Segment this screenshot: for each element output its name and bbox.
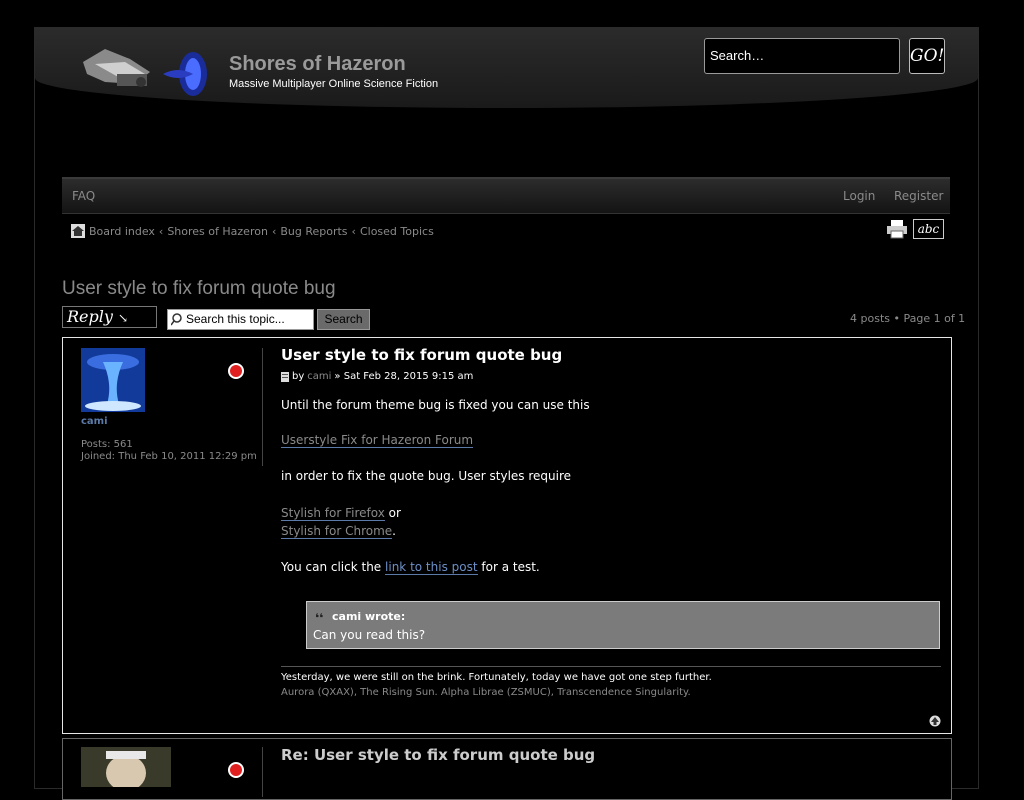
- post-count: Posts: 561: [81, 439, 133, 450]
- topic-search-input[interactable]: Search this topic...: [167, 309, 314, 330]
- offline-status-icon: [228, 762, 244, 778]
- reply-button[interactable]: Reply ↘: [62, 306, 157, 328]
- avatar[interactable]: [81, 747, 171, 787]
- userstyle-fix-link[interactable]: Userstyle Fix for Hazeron Forum: [281, 433, 474, 448]
- post-text-line1: Until the forum theme bug is fixed you c…: [281, 398, 590, 412]
- post-meta-author[interactable]: cami: [307, 371, 331, 382]
- post: cami Posts: 561 Joined: Thu Feb 10, 2011…: [62, 337, 952, 734]
- profile-divider: [262, 747, 263, 797]
- breadcrumb-separator: ‹: [158, 224, 164, 238]
- quote-icon: ❛❛: [315, 611, 324, 625]
- post-icon[interactable]: [281, 371, 289, 382]
- click-prefix: You can click the: [281, 560, 382, 574]
- login-link[interactable]: Login: [843, 189, 875, 203]
- post-author-username[interactable]: cami: [81, 416, 108, 427]
- click-link-row: You can click the link to this post for …: [281, 560, 540, 575]
- breadcrumb-shores-of-hazeron[interactable]: Shores of Hazeron: [167, 225, 268, 238]
- post-title[interactable]: Re: User style to fix forum quote bug: [281, 746, 595, 764]
- search-input[interactable]: Search…: [704, 38, 900, 74]
- home-icon[interactable]: [71, 224, 85, 238]
- click-suffix: for a test.: [481, 560, 540, 574]
- stylish-firefox-link[interactable]: Stylish for Firefox: [281, 506, 385, 521]
- joined-date: Joined: Thu Feb 10, 2011 12:29 pm: [81, 451, 257, 462]
- post-title[interactable]: User style to fix forum quote bug: [281, 346, 562, 364]
- or-text: or: [388, 506, 401, 520]
- search-icon: [171, 313, 182, 326]
- breadcrumb-bug-reports[interactable]: Bug Reports: [280, 225, 347, 238]
- navbar: FAQ Login Register: [62, 177, 950, 214]
- change-font-size-icon[interactable]: abc: [913, 219, 944, 239]
- breadcrumb-board-index[interactable]: Board index: [89, 225, 155, 238]
- avatar[interactable]: [81, 348, 145, 412]
- topic-search-placeholder: Search this topic...: [186, 312, 285, 326]
- userstyle-fix-link-row: Userstyle Fix for Hazeron Forum: [281, 433, 474, 448]
- quote-block: ❛❛ cami wrote: Can you read this?: [306, 601, 940, 649]
- stylish-chrome-row: Stylish for Chrome.: [281, 524, 396, 539]
- spaceship-logo-icon[interactable]: [75, 44, 155, 94]
- post-date: » Sat Feb 28, 2015 9:15 am: [334, 371, 474, 382]
- signature-divider: [281, 666, 941, 667]
- period-text: .: [392, 524, 396, 538]
- reply-arrow-icon: ↘: [118, 311, 129, 325]
- post: Re: User style to fix forum quote bug: [62, 738, 952, 800]
- link-to-post[interactable]: link to this post: [385, 560, 478, 575]
- reply-label: Reply: [67, 307, 113, 326]
- site-description: Massive Multiplayer Online Science Ficti…: [229, 78, 439, 90]
- stylish-chrome-link[interactable]: Stylish for Chrome: [281, 524, 393, 539]
- print-icon[interactable]: [886, 219, 908, 239]
- post-meta: by cami » Sat Feb 28, 2015 9:15 am: [281, 371, 473, 382]
- pagination-info: 4 posts • Page 1 of 1: [850, 312, 966, 325]
- breadcrumb: Board index ‹ Shores of Hazeron ‹ Bug Re…: [71, 224, 434, 238]
- signature-line2: Aurora (QXAX), The Rising Sun. Alpha Lib…: [281, 687, 691, 698]
- breadcrumb-separator: ‹: [271, 224, 277, 238]
- go-button[interactable]: GO!: [909, 38, 945, 74]
- offline-status-icon: [228, 363, 244, 379]
- breadcrumb-closed-topics[interactable]: Closed Topics: [360, 225, 434, 238]
- topic-search-button[interactable]: Search: [317, 309, 370, 330]
- site-title[interactable]: Shores of Hazeron: [229, 53, 406, 76]
- topic-title[interactable]: User style to fix forum quote bug: [62, 278, 336, 300]
- back-to-top-icon[interactable]: [929, 715, 941, 727]
- register-link[interactable]: Register: [894, 189, 943, 203]
- post-text-line2: in order to fix the quote bug. User styl…: [281, 469, 572, 483]
- quote-text: Can you read this?: [313, 628, 426, 642]
- page-wrapper: Shores of Hazeron Massive Multiplayer On…: [34, 27, 979, 800]
- signature-line1: Yesterday, we were still on the brink. F…: [281, 672, 712, 683]
- stylish-firefox-row: Stylish for Firefox or: [281, 506, 401, 521]
- portal-logo-icon: [163, 52, 207, 96]
- quote-author: cami wrote:: [332, 610, 406, 623]
- post-by-label: by: [292, 371, 305, 382]
- faq-link[interactable]: FAQ: [72, 189, 95, 203]
- site-header: Shores of Hazeron Massive Multiplayer On…: [35, 28, 978, 108]
- breadcrumb-separator: ‹: [351, 224, 356, 238]
- profile-divider: [262, 348, 263, 466]
